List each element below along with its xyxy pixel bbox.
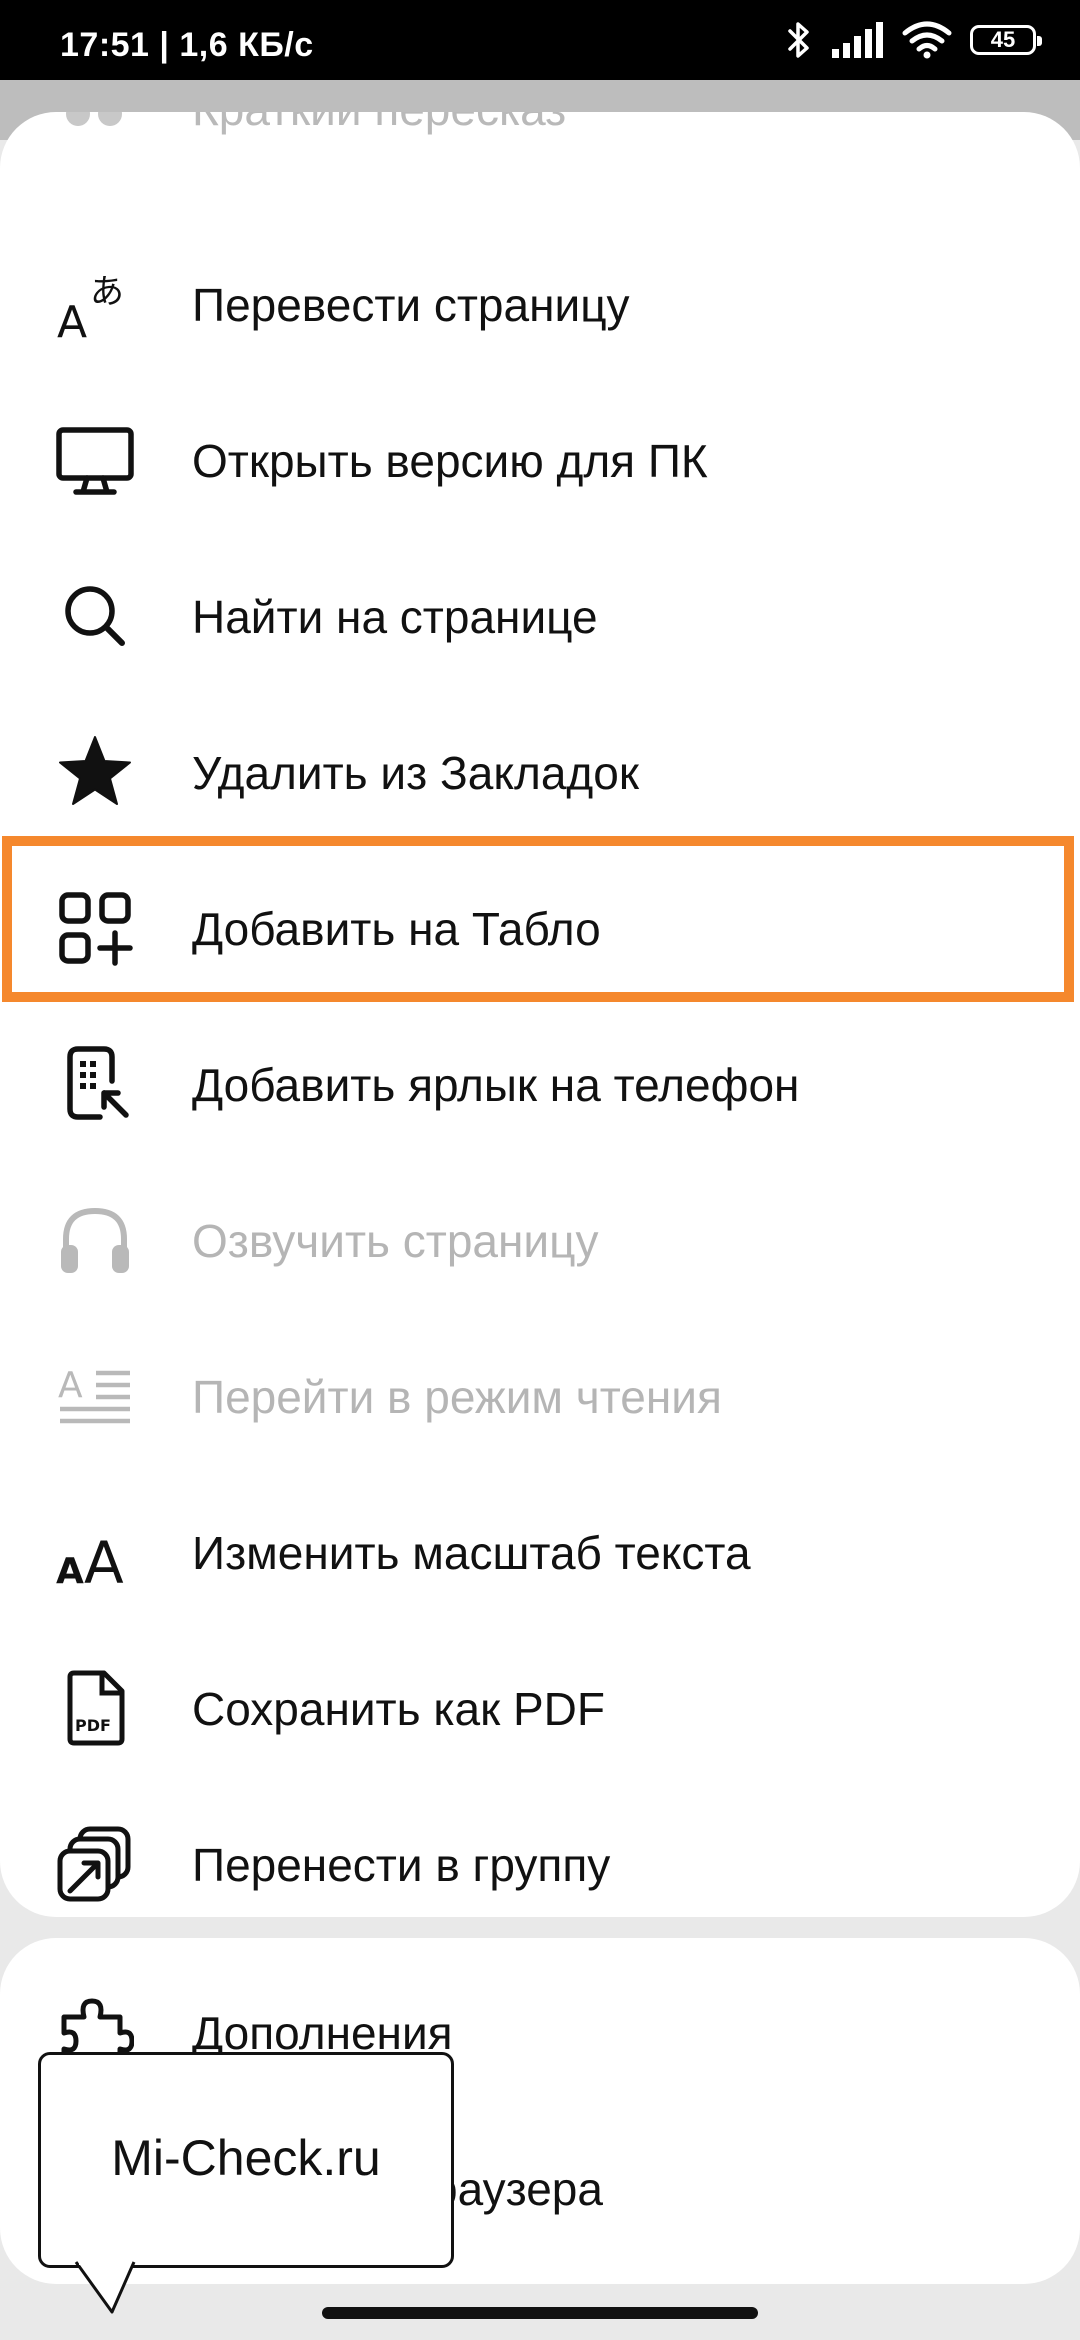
svg-text:A: A bbox=[57, 297, 87, 343]
move-to-group-icon bbox=[56, 1825, 134, 1903]
add-tile-icon bbox=[56, 889, 134, 967]
watermark-tail bbox=[74, 2261, 136, 2314]
svg-text:A: A bbox=[84, 1529, 124, 1591]
bluetooth-icon bbox=[788, 22, 809, 58]
menu-item-label: Найти на странице bbox=[192, 591, 598, 643]
svg-text:あ: あ bbox=[90, 272, 124, 312]
menu-item-summary[interactable]: Краткий пересказ bbox=[0, 112, 1080, 146]
menu-item-label: Добавить на Табло bbox=[192, 903, 601, 955]
status-bar: 17:51 | 1,6 КБ/с 45 bbox=[0, 0, 1080, 80]
menu-item-remove-bookmark[interactable]: Удалить из Закладок bbox=[0, 694, 1080, 850]
watermark-text: Mi-Check.ru bbox=[111, 2130, 381, 2186]
search-icon bbox=[56, 577, 134, 655]
wifi-icon bbox=[902, 21, 952, 59]
menu-item-label: Перенести в группу bbox=[192, 1839, 611, 1891]
signal-icon bbox=[832, 22, 883, 58]
battery-level: 45 bbox=[990, 27, 1016, 52]
menu-item-label: Открыть версию для ПК bbox=[192, 435, 708, 487]
translate-icon: A あ bbox=[56, 265, 134, 343]
phone-shortcut-icon bbox=[56, 1045, 134, 1123]
svg-text:A: A bbox=[58, 1365, 83, 1406]
menu-item-label: Перевести страницу bbox=[192, 279, 630, 331]
menu-item-reader-mode: A Перейти в режим чтения bbox=[0, 1318, 1080, 1474]
menu-item-label: Краткий пересказ bbox=[192, 112, 566, 136]
menu-item-add-shortcut[interactable]: Добавить ярлык на телефон bbox=[0, 1006, 1080, 1162]
headphones-icon bbox=[56, 1201, 134, 1279]
menu-item-find-on-page[interactable]: Найти на странице bbox=[0, 538, 1080, 694]
menu-item-label: Удалить из Закладок bbox=[192, 747, 639, 799]
menu-item-translate[interactable]: A あ Перевести страницу bbox=[0, 226, 1080, 382]
browser-menu-sheet: Краткий пересказ A あ Перевести страницу … bbox=[0, 112, 1080, 1917]
menu-item-text-size[interactable]: A A Изменить масштаб текста bbox=[0, 1474, 1080, 1630]
svg-text:A: A bbox=[56, 1551, 84, 1591]
reader-mode-icon: A bbox=[56, 1357, 134, 1435]
menu-item-label: Озвучить страницу bbox=[192, 1215, 599, 1267]
summary-icon bbox=[66, 112, 126, 130]
gesture-bar[interactable] bbox=[322, 2307, 758, 2319]
menu-item-label: раузера bbox=[432, 2163, 603, 2215]
text-size-icon: A A bbox=[56, 1513, 134, 1591]
menu-item-move-to-group[interactable]: Перенести в группу bbox=[0, 1786, 1080, 1917]
menu-item-read-aloud: Озвучить страницу bbox=[0, 1162, 1080, 1318]
menu-item-desktop-version[interactable]: Открыть версию для ПК bbox=[0, 382, 1080, 538]
status-time: 17:51 | 1,6 КБ/с bbox=[60, 26, 314, 64]
battery-icon: 45 bbox=[970, 25, 1042, 55]
menu-item-label: Изменить масштаб текста bbox=[192, 1527, 751, 1579]
pdf-icon: PDF bbox=[56, 1669, 134, 1747]
menu-item-add-to-tiles[interactable]: Добавить на Табло bbox=[0, 850, 1080, 1006]
watermark-callout: Mi-Check.ru bbox=[38, 2052, 454, 2268]
status-icons: 45 bbox=[786, 18, 1042, 62]
star-icon bbox=[56, 733, 134, 811]
menu-item-label: Перейти в режим чтения bbox=[192, 1371, 722, 1423]
menu-item-label: Добавить ярлык на телефон bbox=[192, 1059, 800, 1111]
menu-item-save-pdf[interactable]: PDF Сохранить как PDF bbox=[0, 1630, 1080, 1786]
menu-item-label: Сохранить как PDF bbox=[192, 1683, 605, 1735]
svg-text:PDF: PDF bbox=[75, 1716, 111, 1735]
desktop-icon bbox=[56, 421, 134, 499]
